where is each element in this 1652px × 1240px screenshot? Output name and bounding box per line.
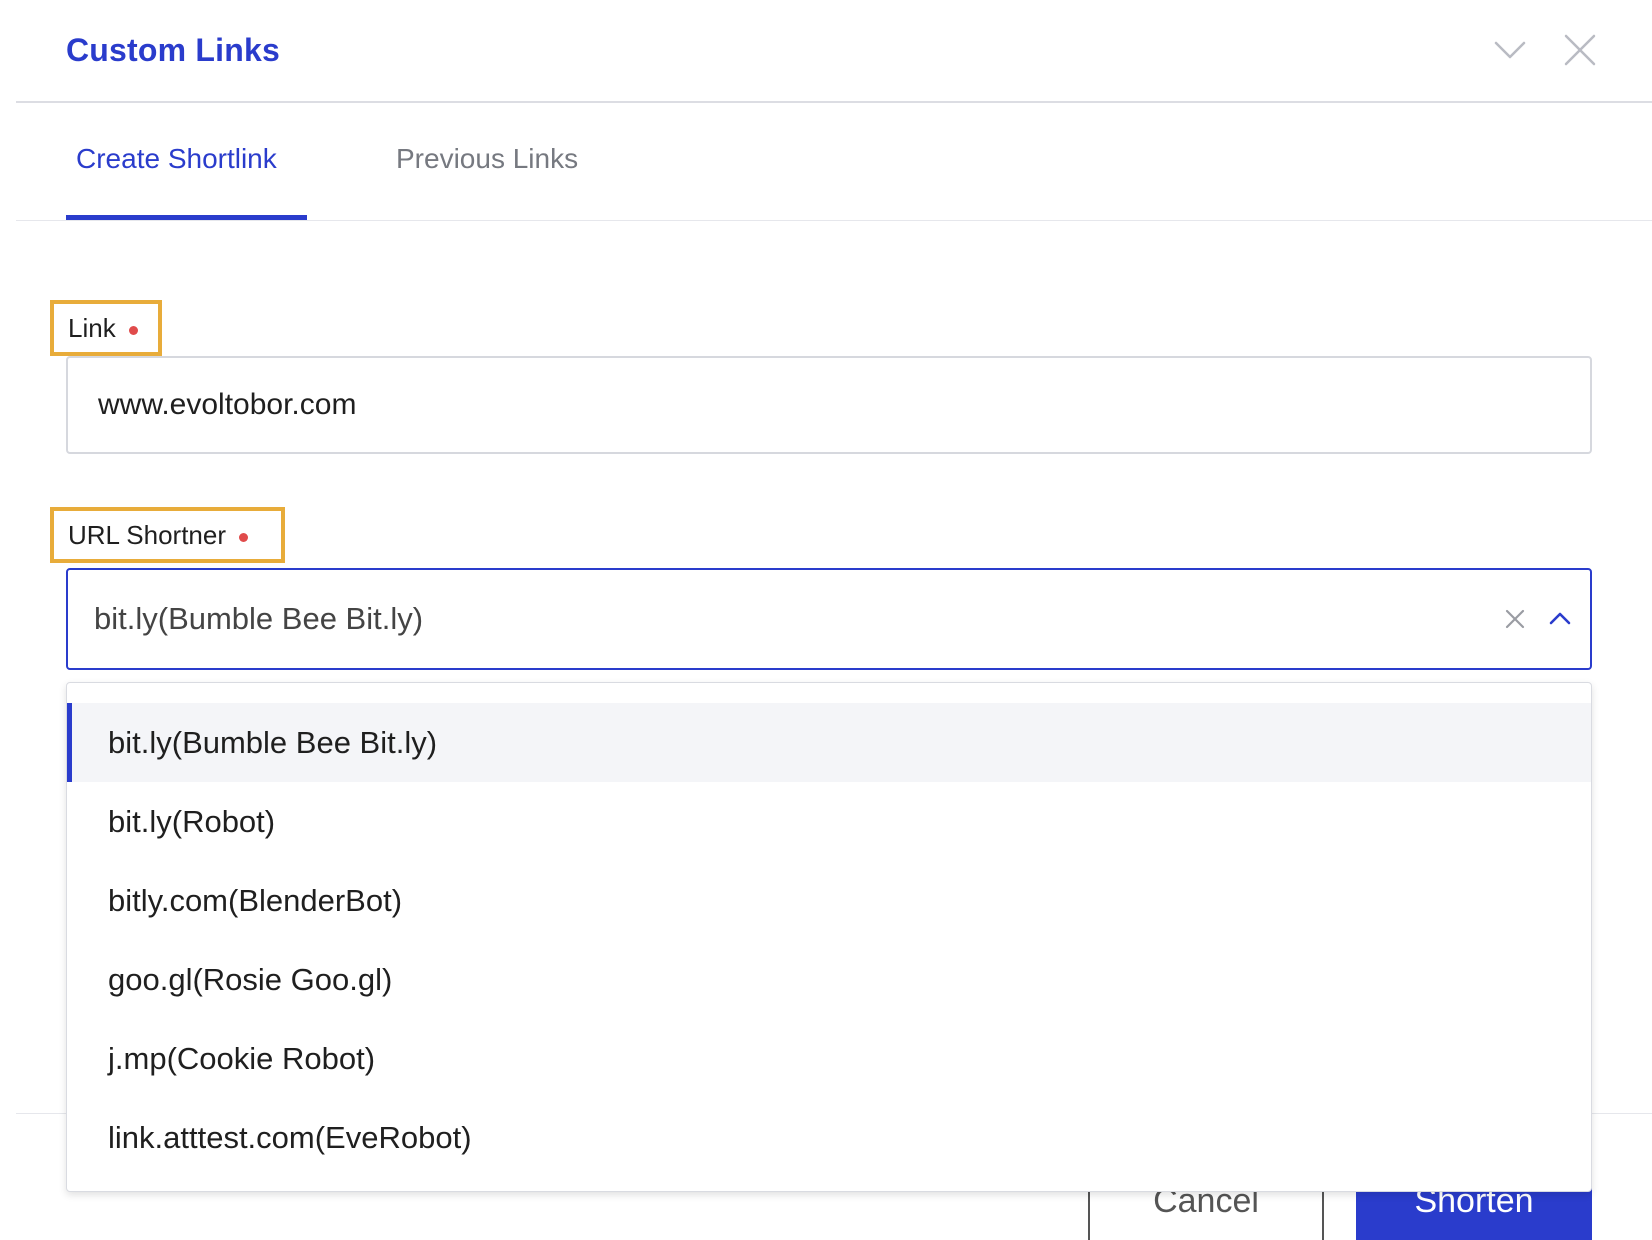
dropdown-option[interactable]: bit.ly(Robot)	[67, 782, 1591, 861]
required-indicator	[239, 532, 248, 542]
close-icon[interactable]	[1560, 30, 1600, 70]
url-shortener-label-text: URL Shortner	[68, 519, 226, 550]
url-shortener-field-label: URL Shortner	[50, 507, 285, 563]
chevron-up-icon[interactable]	[1542, 600, 1578, 636]
required-indicator	[128, 325, 138, 335]
link-label-text: Link	[68, 312, 116, 343]
link-input[interactable]: www.evoltobor.com	[66, 356, 1592, 454]
tab-previous-links[interactable]: Previous Links	[396, 143, 578, 175]
option-list: bit.ly(Bumble Bee Bit.ly) bit.ly(Robot) …	[67, 703, 1591, 1177]
dropdown-option[interactable]: bitly.com(BlenderBot)	[67, 861, 1591, 940]
clear-selection-icon[interactable]	[1498, 602, 1532, 636]
url-shortener-select[interactable]: bit.ly(Bumble Bee Bit.ly)	[66, 568, 1592, 670]
dropdown-option[interactable]: goo.gl(Rosie Goo.gl)	[67, 940, 1591, 1019]
url-shortener-selected-value: bit.ly(Bumble Bee Bit.ly)	[94, 601, 424, 636]
dropdown-option[interactable]: bit.ly(Bumble Bee Bit.ly)	[67, 703, 1591, 782]
link-field-label: Link	[50, 300, 162, 356]
tab-create-shortlink[interactable]: Create Shortlink	[76, 143, 277, 175]
tabs-divider	[16, 220, 1652, 221]
panel-header: Custom Links	[0, 0, 1652, 103]
link-input-value: www.evoltobor.com	[98, 388, 357, 421]
tab-bar: Create Shortlink Previous Links	[0, 103, 1652, 221]
dropdown-option[interactable]: link.atttest.com(EveRobot)	[67, 1098, 1591, 1177]
panel-title: Custom Links	[66, 32, 280, 68]
chevron-down-icon[interactable]	[1490, 30, 1530, 70]
url-shortener-dropdown: bit.ly(Bumble Bee Bit.ly) bit.ly(Robot) …	[66, 682, 1592, 1192]
dropdown-option[interactable]: j.mp(Cookie Robot)	[67, 1019, 1591, 1098]
